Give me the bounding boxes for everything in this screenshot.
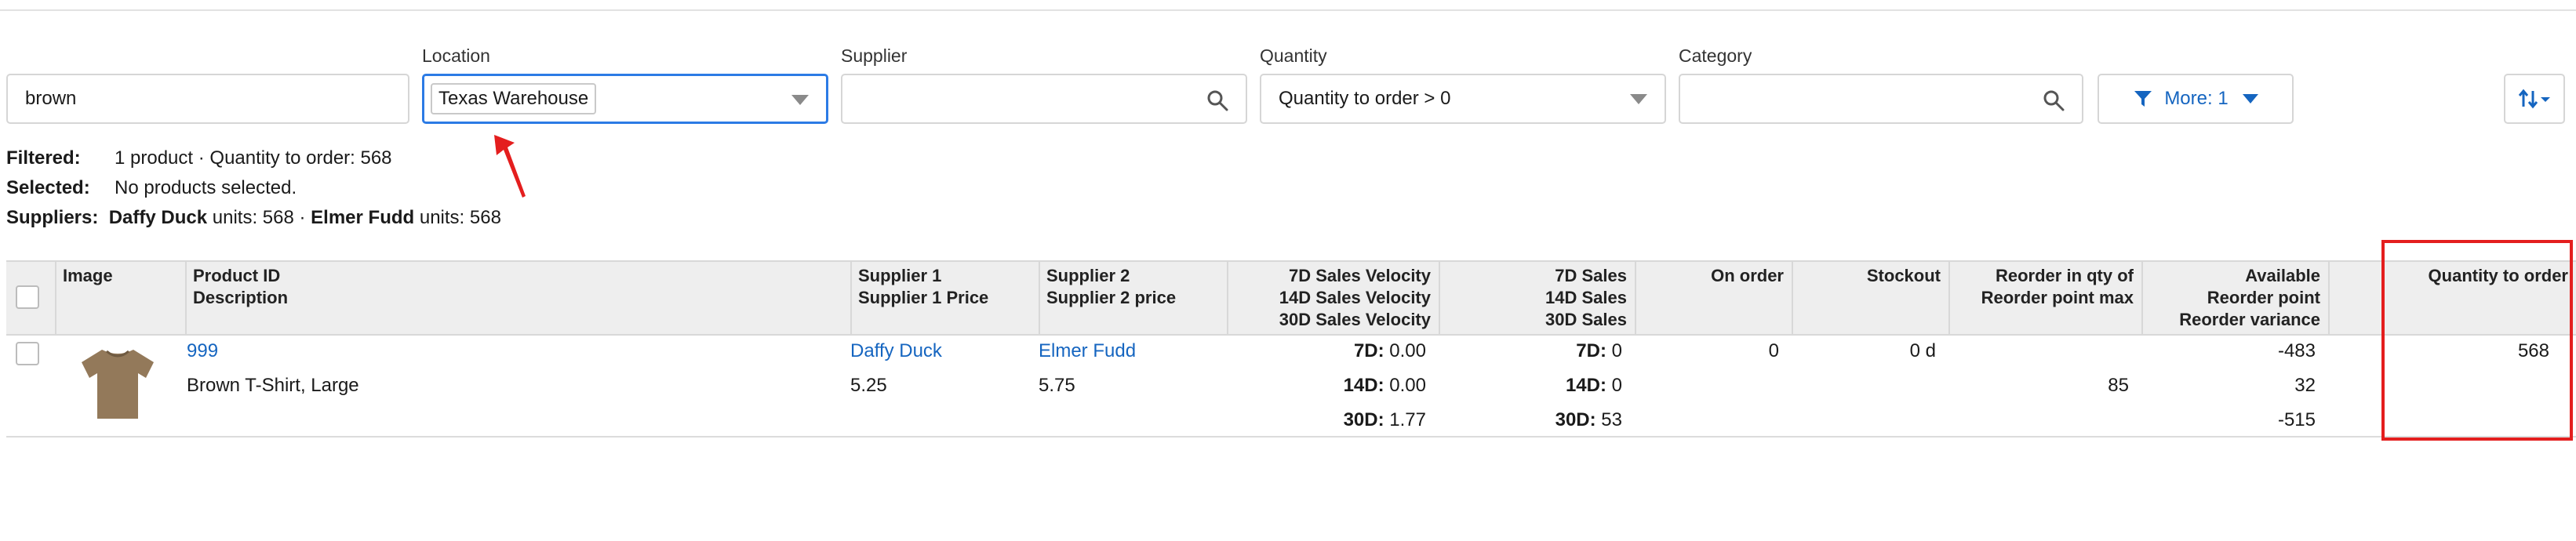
- velocity-30d: 30D: 1.77: [1343, 409, 1426, 430]
- quantity-label: Quantity: [1260, 45, 1327, 66]
- col-reorder[interactable]: Reorder in qty of Reorder point max: [1948, 262, 2141, 334]
- col-sales[interactable]: 7D Sales 14D Sales 30D Sales: [1439, 262, 1635, 334]
- stockout-value: 0 d: [1909, 340, 1936, 361]
- available-value: -483: [2277, 340, 2316, 361]
- more-filters-button[interactable]: More: 1: [2098, 74, 2294, 124]
- select-all-checkbox[interactable]: [16, 285, 39, 309]
- col-stockout[interactable]: Stockout: [1792, 262, 1948, 334]
- sales-7d: 7D: 0: [1576, 340, 1622, 361]
- annotation-highlight-box: [2381, 240, 2573, 441]
- search-input-value: brown: [25, 88, 77, 109]
- col-supplier2[interactable]: Supplier 2 Supplier 2 price: [1039, 262, 1227, 334]
- chevron-down-icon[interactable]: [791, 95, 809, 105]
- selected-summary: Selected: No products selected.: [6, 177, 297, 198]
- table-header: Image Product ID Description Supplier 1 Su…: [6, 260, 2576, 336]
- product-description: Brown T-Shirt, Large: [187, 375, 359, 396]
- location-chip[interactable]: Texas Warehouse: [431, 83, 597, 114]
- sales-30d: 30D: 53: [1555, 409, 1622, 430]
- search-input[interactable]: brown: [6, 74, 409, 124]
- velocity-14d: 14D: 0.00: [1343, 375, 1426, 396]
- location-select[interactable]: Texas Warehouse: [422, 74, 828, 124]
- suppliers-summary: Suppliers: Daffy Duck units: 568 · Elmer…: [6, 207, 501, 228]
- supplier2-link[interactable]: Elmer Fudd: [1039, 340, 1136, 362]
- quantity-select-value: Quantity to order > 0: [1279, 88, 1451, 109]
- quantity-select[interactable]: Quantity to order > 0: [1260, 74, 1666, 124]
- supplier2-price: 5.75: [1039, 375, 1075, 396]
- col-product[interactable]: Product ID Description: [185, 262, 850, 334]
- col-available[interactable]: Available Reorder point Reorder variance: [2141, 262, 2328, 334]
- supplier1-price: 5.25: [850, 375, 887, 396]
- category-input[interactable]: [1679, 74, 2083, 124]
- sales-14d: 14D: 0: [1565, 375, 1622, 396]
- on-order-value: 0: [1768, 340, 1779, 361]
- supplier-label: Supplier: [841, 45, 908, 66]
- col-image[interactable]: Image: [55, 262, 185, 334]
- col-on-order[interactable]: On order: [1635, 262, 1792, 334]
- location-label: Location: [422, 45, 490, 66]
- col-supplier1[interactable]: Supplier 1 Supplier 1 Price: [850, 262, 1039, 334]
- filtered-summary: Filtered: 1 product · Quantity to order: …: [6, 147, 392, 169]
- supplier-input[interactable]: [841, 74, 1247, 124]
- reorder-variance-value: -515: [2277, 409, 2316, 430]
- reorder-point-max-value: 85: [2108, 375, 2129, 396]
- row-divider: [6, 436, 2576, 438]
- search-icon[interactable]: [1206, 89, 1228, 111]
- product-image[interactable]: [78, 345, 157, 423]
- sort-icon: [2518, 89, 2550, 109]
- reorder-point-value: 32: [2294, 375, 2316, 396]
- velocity-7d: 7D: 0.00: [1353, 340, 1426, 361]
- chevron-down-icon: [2242, 94, 2258, 103]
- filter-icon: [2134, 91, 2152, 107]
- more-filters-label: More: 1: [2164, 88, 2229, 109]
- search-icon[interactable]: [2043, 89, 2065, 111]
- product-id-link[interactable]: 999: [187, 340, 218, 362]
- category-label: Category: [1679, 45, 1752, 66]
- annotation-arrow-icon: [494, 135, 526, 198]
- chevron-down-icon[interactable]: [1630, 94, 1647, 104]
- row-checkbox[interactable]: [16, 342, 39, 365]
- sort-button[interactable]: [2504, 74, 2565, 124]
- col-sales-velocity[interactable]: 7D Sales Velocity 14D Sales Velocity 30D S…: [1227, 262, 1439, 334]
- top-divider: [0, 9, 2576, 11]
- supplier1-link[interactable]: Daffy Duck: [850, 340, 942, 362]
